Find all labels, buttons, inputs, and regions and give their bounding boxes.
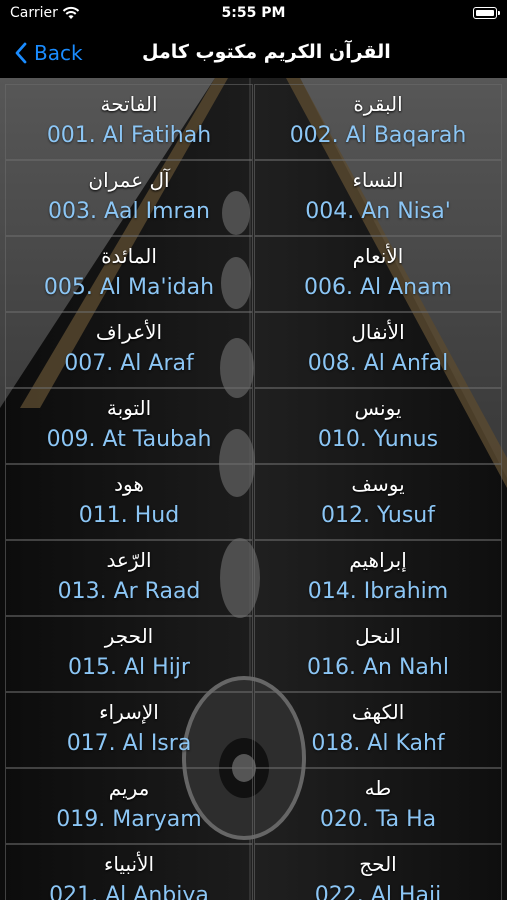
surah-arabic-name: الحج — [359, 852, 397, 876]
surah-row: الرّعد 013. Ar Raad إبراهيم 014. Ibrahim — [5, 540, 502, 616]
surah-row: الأعراف 007. Al Araf الأنفال 008. Al Anfal — [5, 312, 502, 388]
surah-row: آل عمران 003. Aal Imran النساء 004. An Nis… — [5, 160, 502, 236]
surah-arabic-name: يوسف — [351, 472, 405, 496]
surah-arabic-name: الكهف — [351, 700, 405, 724]
surah-arabic-name: إبراهيم — [349, 548, 407, 572]
surah-cell-20[interactable]: طه 020. Ta Ha — [254, 768, 502, 844]
surah-cell-21[interactable]: الأنبياء 021. Al Anbiya — [5, 844, 253, 900]
surah-cell-13[interactable]: الرّعد 013. Ar Raad — [5, 540, 253, 616]
page-title: القرآن الكريم مكتوب كامل — [142, 41, 391, 63]
surah-latin-name: 019. Maryam — [56, 807, 202, 832]
surah-row: الفاتحة 001. Al Fatihah البقرة 002. Al Baq… — [5, 84, 502, 160]
surah-cell-17[interactable]: الإسراء 017. Al Isra — [5, 692, 253, 768]
surah-latin-name: 008. Al Anfal — [307, 351, 449, 376]
surah-arabic-name: التوبة — [106, 396, 152, 420]
surah-latin-name: 010. Yunus — [317, 427, 439, 452]
surah-cell-22[interactable]: الحج 022. Al Hajj — [254, 844, 502, 900]
surah-arabic-name: هود — [114, 472, 144, 496]
surah-row: الحجر 015. Al Hijr النحل 016. An Nahl — [5, 616, 502, 692]
surah-latin-name: 005. Al Ma'idah — [43, 275, 215, 300]
back-button[interactable]: Back — [14, 39, 83, 67]
chevron-left-icon — [15, 42, 27, 64]
surah-latin-name: 021. Al Anbiya — [49, 883, 209, 900]
surah-cell-18[interactable]: الكهف 018. Al Kahf — [254, 692, 502, 768]
surah-arabic-name: الفاتحة — [100, 92, 158, 116]
surah-arabic-name: الأنبياء — [103, 852, 155, 876]
surah-arabic-name: الأنعام — [352, 244, 404, 268]
surah-cell-19[interactable]: مريم 019. Maryam — [5, 768, 253, 844]
navigation-bar: Back القرآن الكريم مكتوب كامل — [0, 28, 507, 78]
surah-latin-name: 015. Al Hijr — [68, 655, 190, 680]
surah-latin-name: 017. Al Isra — [66, 731, 192, 756]
surah-arabic-name: آل عمران — [88, 168, 170, 192]
surah-latin-name: 018. Al Kahf — [311, 731, 445, 756]
surah-row: الإسراء 017. Al Isra الكهف 018. Al Kahf — [5, 692, 502, 768]
surah-arabic-name: الأعراف — [95, 320, 163, 344]
surah-cell-11[interactable]: هود 011. Hud — [5, 464, 253, 540]
surah-latin-name: 004. An Nisa' — [305, 199, 451, 224]
surah-cell-15[interactable]: الحجر 015. Al Hijr — [5, 616, 253, 692]
status-bar: Carrier 5:55 PM — [0, 0, 507, 28]
surah-latin-name: 007. Al Araf — [64, 351, 194, 376]
surah-arabic-name: البقرة — [353, 92, 403, 116]
surah-grid: الفاتحة 001. Al Fatihah البقرة 002. Al Baq… — [5, 84, 502, 900]
surah-arabic-name: الإسراء — [99, 700, 159, 724]
surah-latin-name: 006. Al Anam — [303, 275, 453, 300]
surah-latin-name: 020. Ta Ha — [319, 807, 437, 832]
surah-arabic-name: مريم — [108, 776, 150, 800]
surah-row: هود 011. Hud يوسف 012. Yusuf — [5, 464, 502, 540]
surah-latin-name: 013. Ar Raad — [57, 579, 201, 604]
surah-arabic-name: الحجر — [104, 624, 154, 648]
surah-latin-name: 012. Yusuf — [321, 503, 435, 528]
surah-arabic-name: الأنفال — [351, 320, 405, 344]
surah-cell-12[interactable]: يوسف 012. Yusuf — [254, 464, 502, 540]
surah-latin-name: 009. At Taubah — [46, 427, 212, 452]
surah-cell-16[interactable]: النحل 016. An Nahl — [254, 616, 502, 692]
clock-time: 5:55 PM — [221, 5, 286, 21]
surah-latin-name: 014. Ibrahim — [307, 579, 449, 604]
surah-arabic-name: يونس — [354, 396, 402, 420]
back-button-label: Back — [34, 41, 83, 65]
surah-latin-name: 002. Al Baqarah — [289, 123, 467, 148]
surah-latin-name: 011. Hud — [78, 503, 180, 528]
surah-row: مريم 019. Maryam طه 020. Ta Ha — [5, 768, 502, 844]
surah-cell-2[interactable]: البقرة 002. Al Baqarah — [254, 84, 502, 160]
surah-arabic-name: المائدة — [101, 244, 157, 268]
battery-icon — [473, 7, 500, 19]
surah-latin-name: 001. Al Fatihah — [46, 123, 212, 148]
surah-cell-5[interactable]: المائدة 005. Al Ma'idah — [5, 236, 253, 312]
surah-cell-4[interactable]: النساء 004. An Nisa' — [254, 160, 502, 236]
surah-cell-1[interactable]: الفاتحة 001. Al Fatihah — [5, 84, 253, 160]
surah-cell-8[interactable]: الأنفال 008. Al Anfal — [254, 312, 502, 388]
surah-row: الأنبياء 021. Al Anbiya الحج 022. Al Hajj — [5, 844, 502, 900]
surah-row: التوبة 009. At Taubah يونس 010. Yunus — [5, 388, 502, 464]
surah-arabic-name: الرّعد — [106, 548, 152, 572]
surah-cell-9[interactable]: التوبة 009. At Taubah — [5, 388, 253, 464]
surah-latin-name: 022. Al Hajj — [314, 883, 442, 900]
surah-list-container[interactable]: الفاتحة 001. Al Fatihah البقرة 002. Al Baq… — [0, 78, 507, 900]
surah-cell-6[interactable]: الأنعام 006. Al Anam — [254, 236, 502, 312]
surah-cell-7[interactable]: الأعراف 007. Al Araf — [5, 312, 253, 388]
surah-latin-name: 003. Aal Imran — [47, 199, 210, 224]
surah-row: المائدة 005. Al Ma'idah الأنعام 006. Al An… — [5, 236, 502, 312]
surah-cell-14[interactable]: إبراهيم 014. Ibrahim — [254, 540, 502, 616]
surah-cell-10[interactable]: يونس 010. Yunus — [254, 388, 502, 464]
surah-arabic-name: النساء — [352, 168, 404, 192]
surah-arabic-name: النحل — [355, 624, 401, 648]
surah-latin-name: 016. An Nahl — [307, 655, 449, 680]
surah-arabic-name: طه — [364, 776, 392, 800]
surah-cell-3[interactable]: آل عمران 003. Aal Imran — [5, 160, 253, 236]
